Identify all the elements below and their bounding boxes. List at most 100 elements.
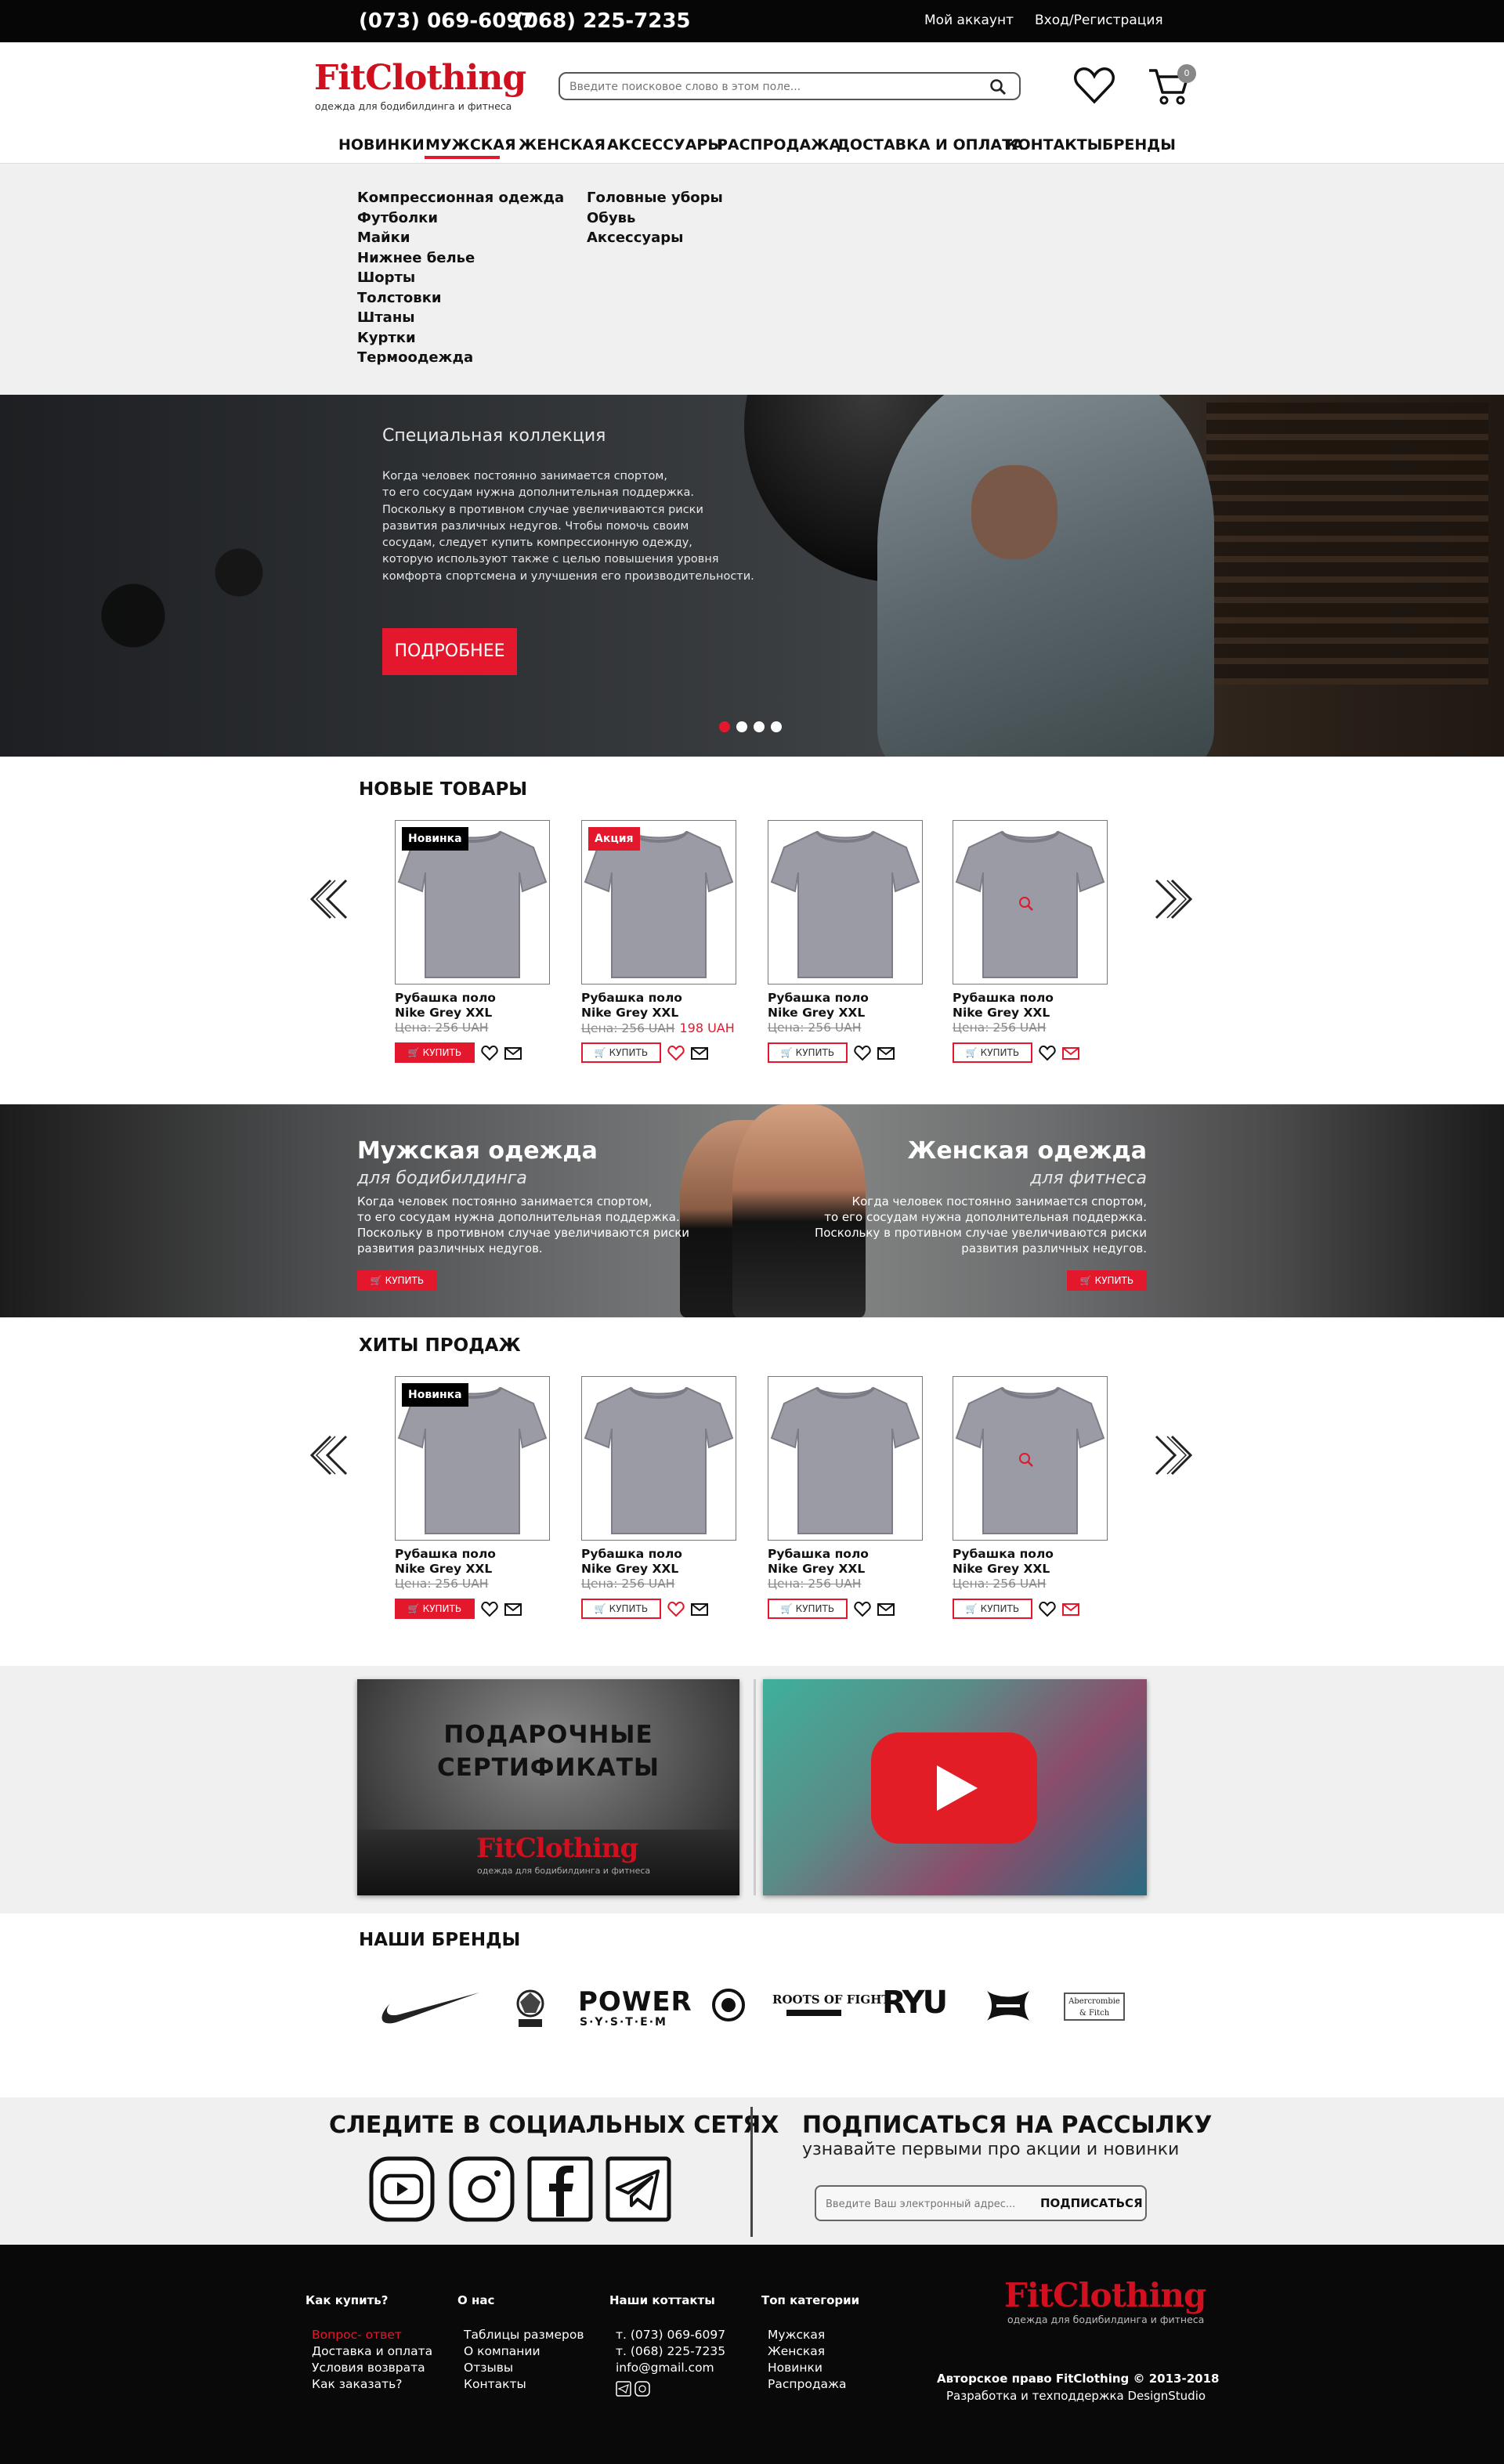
product-name[interactable]: Рубашка поло Nike Grey XXL (581, 1547, 682, 1577)
abercrombie-logo[interactable]: Abercrombie & Fitch (1064, 1993, 1125, 2021)
menu-item[interactable]: Футболки (357, 208, 564, 229)
menu-item[interactable]: Компрессионная одежда (357, 188, 564, 208)
footer-link-faq[interactable]: Вопрос- ответ (312, 2328, 402, 2342)
footer-phone-2[interactable]: т. (068) 225-7235 (616, 2344, 725, 2358)
cart[interactable]: 0 (1147, 64, 1197, 108)
newsletter-email-input[interactable] (826, 2196, 1029, 2212)
buy-button[interactable]: 🛒 КУПИТЬ (953, 1599, 1032, 1619)
product-image[interactable]: Новинка (395, 1376, 550, 1541)
product-image[interactable] (953, 820, 1108, 985)
buy-button[interactable]: 🛒 КУПИТЬ (768, 1042, 848, 1063)
facebook-icon[interactable] (526, 2155, 594, 2223)
prev-arrow-icon[interactable] (307, 1433, 351, 1477)
slider-dot-4[interactable] (771, 721, 782, 732)
wishlist-heart-icon[interactable] (854, 1046, 871, 1061)
footer-link-sizes[interactable]: Таблицы размеров (464, 2328, 584, 2342)
buy-button[interactable]: 🛒 КУПИТЬ (768, 1599, 848, 1619)
product-name[interactable]: Рубашка поло Nike Grey XXL (768, 1547, 869, 1577)
nav-item-women[interactable]: ЖЕНСКАЯ (519, 136, 606, 154)
my-account-link[interactable]: Мой аккаунт (924, 13, 1014, 28)
compare-mail-icon[interactable] (1062, 1047, 1079, 1060)
hero-more-button[interactable]: ПОДРОБНЕЕ (382, 628, 517, 675)
product-name[interactable]: Рубашка поло Nike Grey XXL (395, 1547, 496, 1577)
compare-mail-icon[interactable] (1062, 1603, 1079, 1616)
slider-dot-2[interactable] (736, 721, 747, 732)
menu-item[interactable]: Термоодежда (357, 348, 564, 368)
ryu-logo[interactable]: RYU (882, 1985, 948, 2021)
menu-item[interactable]: Майки (357, 228, 564, 248)
compare-mail-icon[interactable] (877, 1047, 895, 1060)
nav-item-sale[interactable]: РАСПРОДАЖА (717, 136, 841, 154)
nav-item-brands[interactable]: БРЕНДЫ (1102, 136, 1176, 154)
buy-button[interactable]: 🛒 КУПИТЬ (581, 1599, 661, 1619)
ifbb-logo-icon[interactable] (509, 1986, 551, 2032)
slider-dot-3[interactable] (754, 721, 765, 732)
footer-link-reviews[interactable]: Отзывы (464, 2361, 513, 2375)
wishlist-heart-icon[interactable] (481, 1046, 498, 1061)
wishlist-heart-icon[interactable] (1039, 1602, 1056, 1617)
product-image[interactable] (768, 1376, 923, 1541)
compare-mail-icon[interactable] (504, 1047, 522, 1060)
menu-item[interactable]: Шорты (357, 268, 564, 288)
telegram-icon[interactable] (605, 2155, 672, 2223)
footer-link-contacts[interactable]: Контакты (464, 2377, 526, 2391)
footer-link-returns[interactable]: Условия возврата (312, 2361, 425, 2375)
product-name[interactable]: Рубашка поло Nike Grey XXL (768, 991, 869, 1021)
product-image[interactable] (953, 1376, 1108, 1541)
product-name[interactable]: Рубашка поло Nike Grey XXL (953, 991, 1054, 1021)
footer-phone-1[interactable]: т. (073) 069-6097 (616, 2328, 725, 2342)
nav-item-delivery[interactable]: ДОСТАВКА И ОПЛАТА (837, 136, 1024, 154)
gift-certificates-card[interactable]: ПОДАРОЧНЫЕ СЕРТИФИКАТЫ FitClothing одежд… (357, 1679, 739, 1895)
compare-mail-icon[interactable] (691, 1603, 708, 1616)
buy-button[interactable]: 🛒 КУПИТЬ (395, 1042, 475, 1063)
buy-button[interactable]: 🛒 КУПИТЬ (953, 1042, 1032, 1063)
nav-item-accessories[interactable]: АКСЕССУАРЫ (607, 136, 723, 154)
login-register-link[interactable]: Вход/Регистрация (1035, 13, 1163, 28)
banner-women-title[interactable]: Женская одежда (908, 1137, 1147, 1165)
banner-men-buy-button[interactable]: 🛒 КУПИТЬ (357, 1270, 437, 1291)
youtube-icon[interactable] (368, 2155, 436, 2223)
prev-arrow-icon[interactable] (307, 877, 351, 921)
nav-item-contacts[interactable]: КОНТАКТЫ (1006, 136, 1102, 154)
search-input[interactable] (569, 79, 977, 95)
youtube-play-icon[interactable] (871, 1732, 1037, 1844)
menu-item[interactable]: Штаны (357, 308, 564, 328)
video-card[interactable] (763, 1679, 1147, 1895)
logo[interactable]: FitClothing (314, 58, 526, 98)
product-image[interactable]: Акция (581, 820, 736, 985)
nav-item-new[interactable]: НОВИНКИ (338, 136, 425, 154)
search-icon[interactable] (989, 78, 1007, 96)
buy-button[interactable]: 🛒 КУПИТЬ (395, 1599, 475, 1619)
menu-item[interactable]: Нижнее белье (357, 248, 564, 269)
product-name[interactable]: Рубашка поло Nike Grey XXL (581, 991, 682, 1021)
compare-mail-icon[interactable] (504, 1603, 522, 1616)
footer-viber-icon[interactable] (634, 2381, 650, 2397)
product-image[interactable] (581, 1376, 736, 1541)
instagram-icon[interactable] (448, 2155, 515, 2223)
footer-link-sale[interactable]: Распродажа (768, 2377, 847, 2391)
buy-button[interactable]: 🛒 КУПИТЬ (581, 1042, 661, 1063)
menu-item[interactable]: Куртки (357, 328, 564, 349)
banner-women-buy-button[interactable]: 🛒 КУПИТЬ (1067, 1270, 1147, 1291)
phone-1[interactable]: (073) 069-6097 (359, 9, 535, 33)
footer-link-delivery[interactable]: Доставка и оплата (312, 2344, 432, 2358)
menu-item[interactable]: Толстовки (357, 288, 564, 309)
footer-telegram-icon[interactable] (616, 2381, 631, 2397)
power-system-logo[interactable]: POWER S·Y·S·T·E·M (578, 1986, 749, 2030)
wishlist-heart-icon[interactable] (1073, 66, 1115, 105)
footer-link-about[interactable]: О компании (464, 2344, 540, 2358)
nike-logo-icon[interactable] (376, 1988, 481, 2029)
wishlist-heart-icon[interactable] (667, 1602, 685, 1617)
product-name[interactable]: Рубашка поло Nike Grey XXL (953, 1547, 1054, 1577)
zoom-icon[interactable] (1018, 895, 1035, 912)
menu-item[interactable]: Головные уборы (587, 188, 723, 208)
compare-mail-icon[interactable] (691, 1047, 708, 1060)
next-arrow-icon[interactable] (1152, 1433, 1195, 1477)
subscribe-button[interactable]: ПОДПИСАТЬСЯ (1040, 2196, 1143, 2210)
roots-of-fight-logo[interactable]: ROOTS OF FIGHT (772, 1993, 891, 2027)
footer-link-men[interactable]: Мужская (768, 2328, 825, 2342)
product-image[interactable]: Новинка (395, 820, 550, 985)
wishlist-heart-icon[interactable] (854, 1602, 871, 1617)
compare-mail-icon[interactable] (877, 1603, 895, 1616)
wishlist-heart-icon[interactable] (1039, 1046, 1056, 1061)
